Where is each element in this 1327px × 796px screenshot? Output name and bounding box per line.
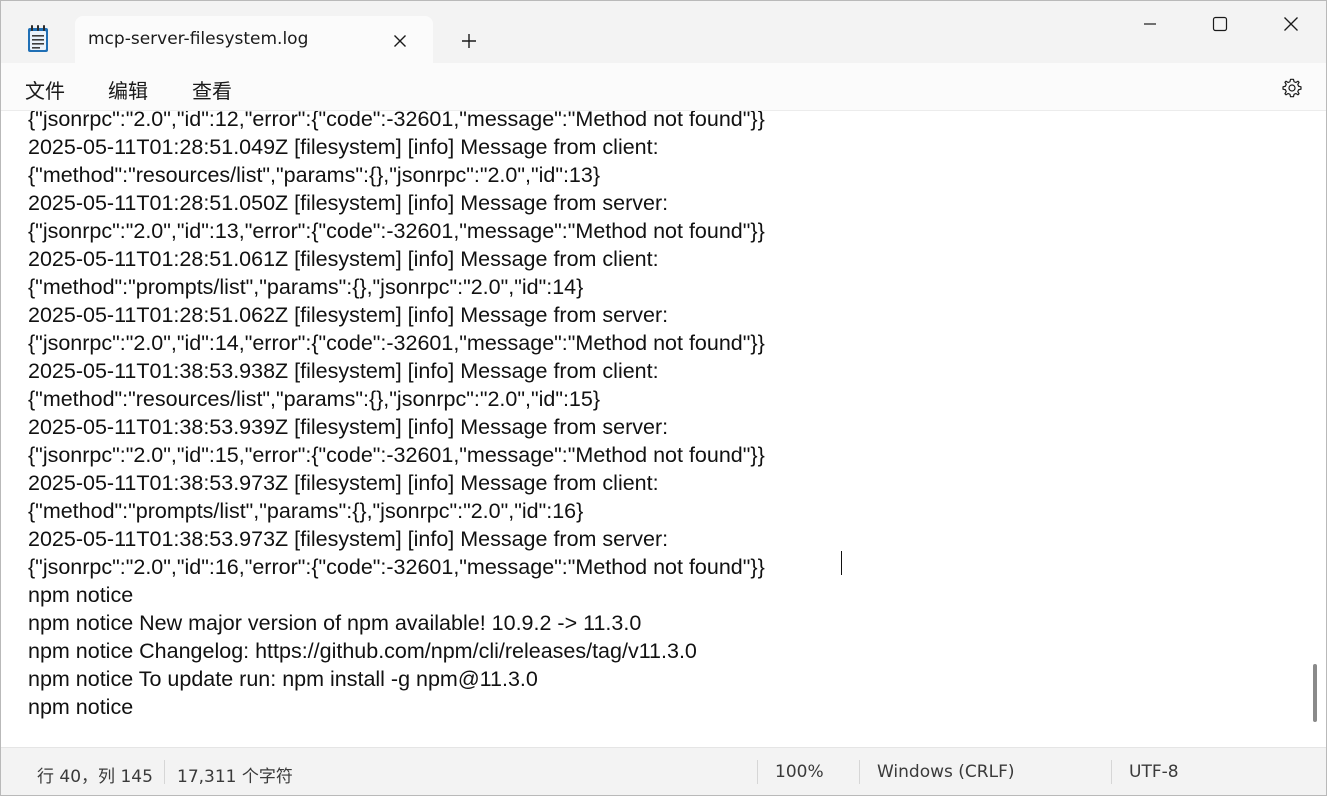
text-line: 2025-05-11T01:38:53.973Z [filesystem] [i… [28, 471, 659, 495]
plus-icon[interactable] [455, 27, 483, 55]
text-line: {"jsonrpc":"2.0","id":14,"error":{"code"… [28, 331, 765, 355]
tab-active-file[interactable]: mcp-server-filesystem.log [75, 16, 433, 64]
menu-edit[interactable]: 编辑 [108, 75, 148, 104]
status-divider [1111, 760, 1112, 784]
text-caret [841, 551, 842, 575]
menu-bar: 文件 编辑 查看 [1, 63, 1326, 111]
status-bar: 行 40，列 145 17,311 个字符 100% Windows (CRLF… [1, 747, 1326, 795]
notepad-icon [27, 25, 49, 53]
cursor-position: 行 40，列 145 [37, 767, 153, 787]
vertical-scrollbar[interactable] [1313, 664, 1317, 722]
text-line: {"jsonrpc":"2.0","id":13,"error":{"code"… [28, 219, 765, 243]
text-line: 2025-05-11T01:28:51.050Z [filesystem] [i… [28, 191, 669, 215]
text-line: 2025-05-11T01:28:51.062Z [filesystem] [i… [28, 303, 669, 327]
text-line: {"method":"resources/list","params":{},"… [28, 387, 601, 411]
text-line: npm notice [28, 695, 134, 719]
status-divider [859, 760, 860, 784]
encoding[interactable]: UTF-8 [1129, 762, 1179, 782]
title-bar[interactable]: mcp-server-filesystem.log [1, 1, 1326, 64]
character-count: 17,311 个字符 [177, 767, 293, 787]
status-divider [164, 760, 165, 784]
text-line: {"jsonrpc":"2.0","id":12,"error":{"code"… [28, 111, 765, 131]
status-divider [757, 760, 758, 784]
text-line: 2025-05-11T01:38:53.938Z [filesystem] [i… [28, 359, 659, 383]
text-line: npm notice [28, 583, 134, 607]
text-line: {"jsonrpc":"2.0","id":15,"error":{"code"… [28, 443, 765, 467]
text-line: {"method":"prompts/list","params":{},"js… [28, 499, 584, 523]
gear-icon[interactable] [1278, 74, 1306, 102]
text-line: npm notice Changelog: https://github.com… [28, 639, 697, 663]
minimize-icon[interactable] [1115, 1, 1185, 47]
line-ending[interactable]: Windows (CRLF) [877, 762, 1015, 782]
text-line: {"method":"resources/list","params":{},"… [28, 163, 601, 187]
text-line: 2025-05-11T01:28:51.049Z [filesystem] [i… [28, 135, 659, 159]
text-line: npm notice New major version of npm avai… [28, 611, 642, 635]
text-line: 2025-05-11T01:28:51.061Z [filesystem] [i… [28, 247, 659, 271]
maximize-icon[interactable] [1185, 1, 1255, 47]
tab-title: mcp-server-filesystem.log [88, 29, 309, 49]
text-line: 2025-05-11T01:38:53.939Z [filesystem] [i… [28, 415, 669, 439]
text-line: 2025-05-11T01:38:53.973Z [filesystem] [i… [28, 527, 669, 551]
menu-view[interactable]: 查看 [192, 75, 232, 104]
menu-file[interactable]: 文件 [25, 75, 65, 104]
text-line: {"jsonrpc":"2.0","id":16,"error":{"code"… [28, 555, 765, 579]
close-window-icon[interactable] [1256, 1, 1326, 47]
notepad-window: mcp-server-filesystem.log 文件 编辑 查看 {"jso… [0, 0, 1327, 796]
text-editor[interactable]: {"jsonrpc":"2.0","id":12,"error":{"code"… [1, 111, 1326, 747]
text-line: {"method":"prompts/list","params":{},"js… [28, 275, 584, 299]
close-icon[interactable] [387, 28, 413, 54]
text-line: npm notice To update run: npm install -g… [28, 667, 538, 691]
zoom-level[interactable]: 100% [775, 762, 824, 782]
editor-lines: {"jsonrpc":"2.0","id":12,"error":{"code"… [28, 111, 765, 721]
